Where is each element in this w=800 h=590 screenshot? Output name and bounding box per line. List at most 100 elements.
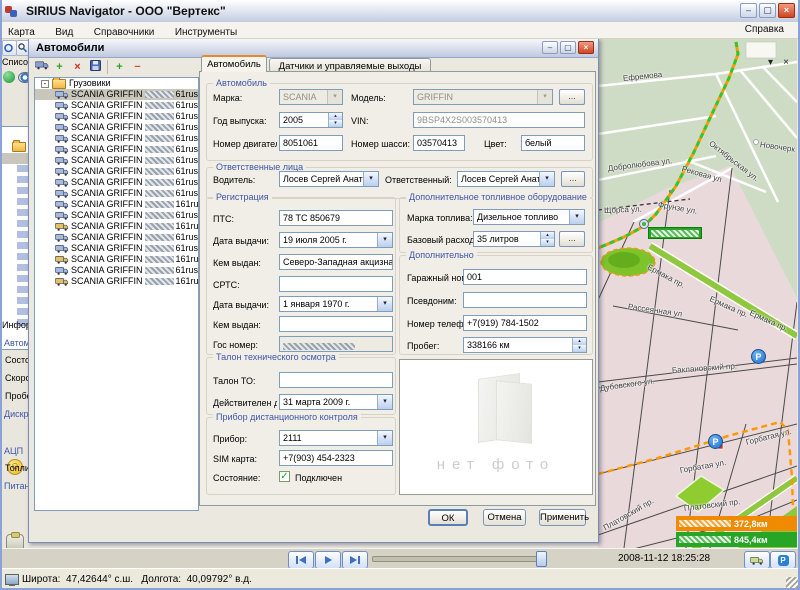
tree-root-group[interactable]: -Грузовики — [35, 78, 198, 89]
save-icon[interactable] — [88, 60, 103, 75]
menu-map[interactable]: Карта — [0, 26, 43, 38]
srts-issuer-field[interactable] — [279, 316, 393, 332]
garage-number-field[interactable]: 001 — [463, 269, 587, 285]
tree-item-vehicle[interactable]: SCANIA GRIFFIN61rus — [35, 122, 198, 133]
srts-field[interactable] — [279, 276, 393, 292]
tree-item-vehicle[interactable]: SCANIA GRIFFIN61rus — [35, 243, 198, 254]
chevron-down-icon[interactable]: ▾ — [377, 395, 392, 409]
spinner-arrows[interactable]: ▴▾ — [540, 232, 554, 246]
tree-item-vehicle[interactable]: SCANIA GRIFFIN61rus — [35, 133, 198, 144]
tab-sensors-outputs[interactable]: Датчики и управляемые выходы — [269, 58, 431, 72]
tree-item-vehicle[interactable]: SCANIA GRIFFIN61rus — [35, 166, 198, 177]
menu-help[interactable]: Справка — [737, 23, 792, 35]
dialog-minimize-button[interactable]: – — [542, 41, 558, 54]
menu-directories[interactable]: Справочники — [86, 26, 163, 38]
tree-item-vehicle[interactable]: SCANIA GRIFFIN61rus — [35, 100, 198, 111]
map-collapse-icon[interactable]: ▾ — [768, 58, 773, 68]
tree-item-vehicle[interactable]: SCANIA GRIFFIN61rus — [35, 89, 198, 100]
playback-slider-handle[interactable] — [536, 551, 547, 567]
inspection-ticket-field[interactable] — [279, 372, 393, 388]
driver-combo[interactable]: Лосев Сергей Анатоль▾ — [279, 171, 379, 187]
plate-number-field[interactable] — [279, 336, 393, 352]
pts-issuer-field[interactable]: Северо-Западная акцизная т — [279, 254, 393, 270]
add-icon[interactable]: + — [112, 60, 127, 75]
playback-slider-track[interactable] — [372, 556, 546, 562]
chevron-down-icon[interactable]: ▾ — [569, 210, 584, 224]
model-browse-button[interactable]: ... — [559, 89, 585, 105]
tree-item-vehicle[interactable]: SCANIA GRIFFIN161rus — [35, 221, 198, 232]
year-spinner[interactable]: 2005▴▾ — [279, 112, 343, 128]
phone-number-field[interactable]: +7(919) 784-1502 — [463, 315, 587, 331]
fuel-rate-spinner[interactable]: 35 литров▴▾ — [473, 231, 555, 247]
resize-grip[interactable] — [786, 577, 798, 589]
menu-tools[interactable]: Инструменты — [167, 26, 245, 38]
remove-icon[interactable]: − — [130, 60, 145, 75]
brand-combo[interactable]: SCANIA▾ — [279, 89, 343, 105]
skip-start-button[interactable] — [288, 551, 314, 569]
cancel-button[interactable]: Отмена — [483, 509, 526, 526]
minimize-button[interactable]: – — [740, 3, 757, 18]
ok-button[interactable]: ОК — [428, 509, 468, 526]
show-vehicle-button[interactable] — [744, 551, 770, 569]
delete-icon[interactable]: × — [70, 60, 85, 75]
srts-issue-date-picker[interactable]: 1 января 1970 г.▾ — [279, 296, 393, 312]
tree-item-vehicle[interactable]: SCANIA GRIFFIN61rus — [35, 210, 198, 221]
tab-vehicle[interactable]: Автомобиль — [201, 55, 267, 72]
tree-item-vehicle[interactable]: SCANIA GRIFFIN61rus — [35, 177, 198, 188]
apply-button[interactable]: Применить — [539, 509, 586, 526]
connected-checkbox[interactable] — [279, 471, 290, 482]
dialog-titlebar[interactable]: Автомобили – ▢ × — [29, 39, 598, 58]
chevron-down-icon[interactable]: ▾ — [377, 431, 392, 445]
tree-item-vehicle[interactable]: SCANIA GRIFFIN161rus — [35, 254, 198, 265]
show-parking-button[interactable]: P — [770, 551, 796, 569]
fuel-brand-combo[interactable]: Дизельное топливо▾ — [473, 209, 585, 225]
menu-view[interactable]: Вид — [47, 26, 81, 38]
chevron-down-icon[interactable]: ▾ — [539, 172, 554, 186]
vehicle-map-label[interactable] — [648, 227, 702, 239]
new-item-icon[interactable]: + — [52, 60, 67, 75]
chevron-down-icon[interactable]: ▾ — [377, 233, 392, 247]
spinner-arrows[interactable]: ▴▾ — [572, 338, 586, 352]
tree-item-vehicle[interactable]: SCANIA GRIFFIN61rus — [35, 155, 198, 166]
dialog-maximize-button[interactable]: ▢ — [560, 41, 576, 54]
vehicle-tree[interactable]: -Грузовики SCANIA GRIFFIN61rus SCANIA GR… — [34, 77, 199, 511]
map-panel[interactable]: Ефремова Добролюбова ул. Щорса ул. Октяб… — [598, 38, 797, 548]
tree-item-vehicle[interactable]: SCANIA GRIFFIN61rus — [35, 188, 198, 199]
engine-number-field[interactable]: 8051061 — [279, 135, 343, 151]
parking-marker-icon[interactable]: P — [708, 434, 723, 449]
tree-item-vehicle[interactable]: SCANIA GRIFFIN61rus — [35, 144, 198, 155]
tree-item-vehicle[interactable]: SCANIA GRIFFIN61rus — [35, 265, 198, 276]
map-close-icon[interactable]: × — [783, 58, 789, 68]
dialog-close-button[interactable]: × — [578, 41, 594, 54]
play-button[interactable] — [315, 551, 341, 569]
add-vehicle-icon[interactable] — [34, 60, 49, 75]
mileage-spinner[interactable]: 338166 км▴▾ — [463, 337, 587, 353]
close-button[interactable]: × — [778, 3, 795, 18]
tree-item-vehicle[interactable]: SCANIA GRIFFIN161rus — [35, 276, 198, 287]
navigate-toolbar-button[interactable] — [2, 40, 17, 56]
tree-item-vehicle[interactable]: SCANIA GRIFFIN161rus — [35, 199, 198, 210]
persons-browse-button[interactable]: ... — [561, 171, 585, 187]
window-titlebar[interactable]: SIRIUS Navigator - ООО "Вертекс" – ▢ × — [0, 0, 800, 23]
globe-icon[interactable] — [3, 71, 15, 83]
pts-field[interactable]: 78 ТС 850679 — [279, 210, 393, 226]
parking-marker-icon[interactable]: P — [751, 349, 766, 364]
vin-field[interactable]: 9BSP4X2S003570413 — [413, 112, 585, 128]
color-field[interactable]: белый — [521, 135, 585, 151]
vehicle-list-background[interactable] — [0, 126, 30, 350]
collapse-icon[interactable]: - — [41, 80, 49, 88]
pts-issue-date-picker[interactable]: 19 июля 2005 г.▾ — [279, 232, 393, 248]
maximize-button[interactable]: ▢ — [759, 3, 776, 18]
fuel-browse-button[interactable]: ... — [559, 231, 585, 247]
valid-until-picker[interactable]: 31 марта 2009 г.▾ — [279, 394, 393, 410]
device-combo[interactable]: 2111▾ — [279, 430, 393, 446]
skip-end-button[interactable] — [342, 551, 368, 569]
sim-card-field[interactable]: +7(903) 454-2323 — [279, 450, 393, 466]
chassis-number-field[interactable]: 03570413 — [413, 135, 465, 151]
spinner-arrows[interactable]: ▴▾ — [328, 113, 342, 127]
tree-item-vehicle[interactable]: SCANIA GRIFFIN61rus — [35, 111, 198, 122]
alias-field[interactable] — [463, 292, 587, 308]
chevron-down-icon[interactable]: ▾ — [363, 172, 378, 186]
tree-item-vehicle[interactable]: SCANIA GRIFFIN61rus — [35, 232, 198, 243]
vehicle-photo-box[interactable]: нет фото — [399, 359, 593, 495]
